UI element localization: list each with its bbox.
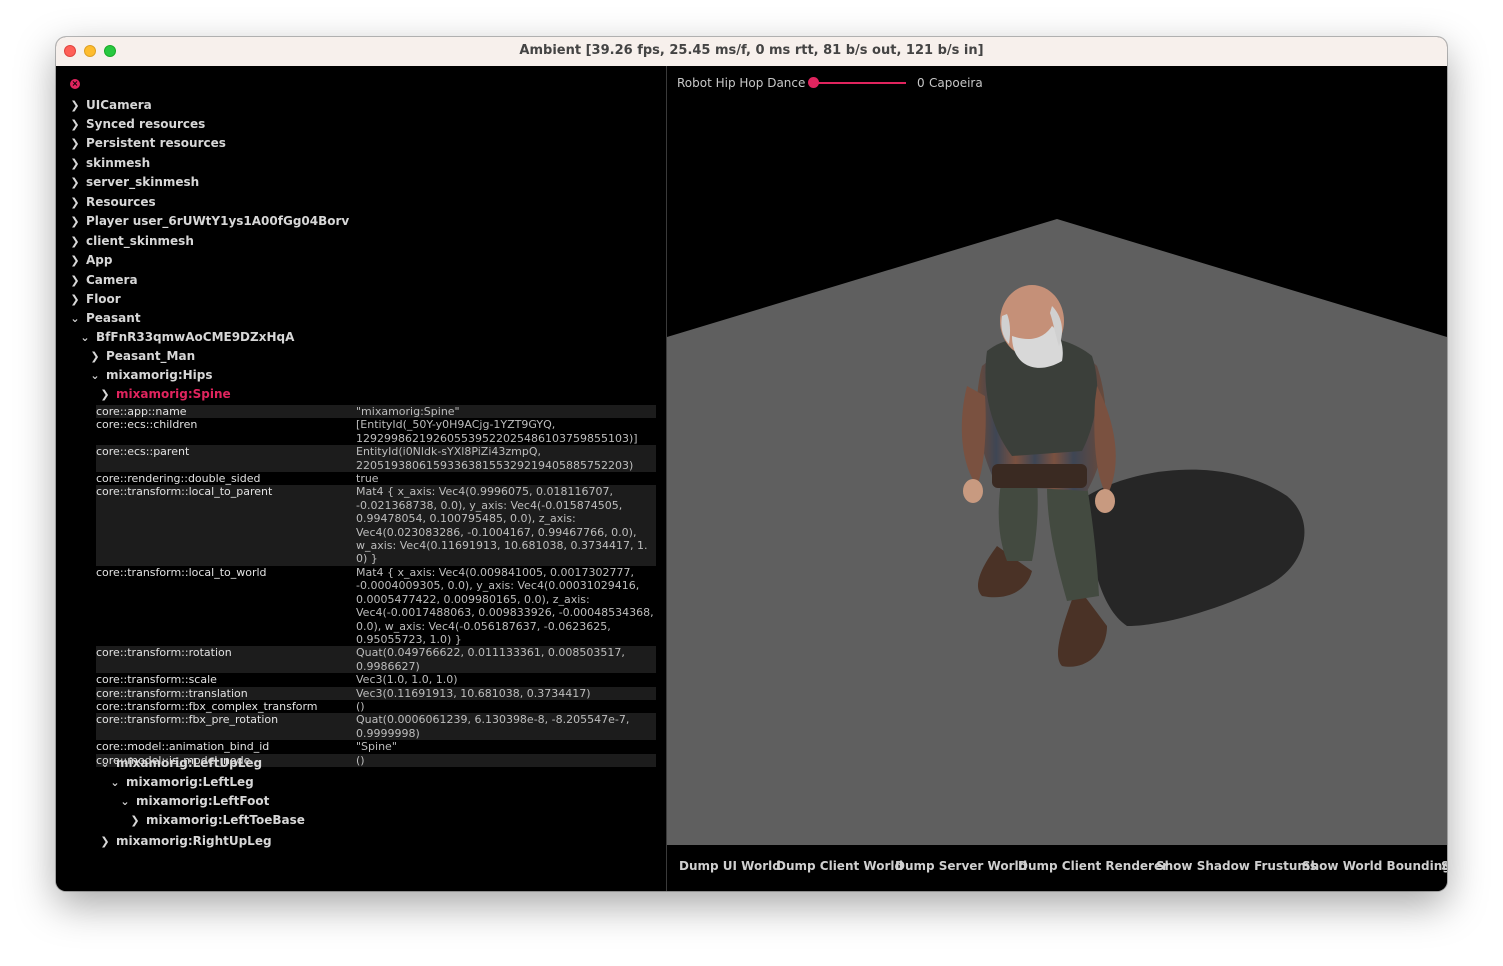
scene-render: [667, 219, 1447, 845]
animation-right-label: Capoeira: [929, 76, 983, 90]
chevron-right-icon: ❯: [70, 157, 80, 170]
chevron-right-icon: ❯: [100, 835, 110, 848]
chevron-right-icon: ❯: [70, 99, 80, 112]
tree-item-peasant[interactable]: ⌄ Peasant: [70, 309, 140, 327]
tree-item-uicamera[interactable]: ❯ UICamera: [70, 96, 151, 114]
properties-table: core::app::name "mixamorig:Spine" core::e…: [96, 405, 656, 767]
tree-item-spine-selected[interactable]: ❯ mixamorig:Spine: [100, 385, 230, 403]
animation-blend-slider[interactable]: [814, 82, 906, 84]
chevron-right-icon: ❯: [70, 274, 80, 287]
property-row: core::transform::scale Vec3(1.0, 1.0, 1.0…: [96, 673, 458, 687]
window-title: Ambient [39.26 fps, 25.45 ms/f, 0 ms rtt…: [519, 43, 984, 58]
tree-item-peasant-man[interactable]: ❯ Peasant_Man: [90, 347, 195, 365]
property-row: core::transform::local_to_parent Mat4 { x…: [96, 485, 656, 566]
tree-item-hips[interactable]: ⌄ mixamorig:Hips: [90, 366, 212, 384]
animation-left-label: Robot Hip Hop Dance: [677, 76, 806, 90]
property-row: core::transform::fbx_complex_transform(): [96, 699, 365, 713]
chevron-down-icon: ⌄: [110, 776, 120, 789]
chevron-right-icon: ❯: [70, 254, 80, 267]
show-world-boundings-button[interactable]: Show World Boundings: [1302, 859, 1447, 873]
close-inspector-icon[interactable]: ×: [70, 79, 80, 89]
animation-blend-slider-handle[interactable]: [808, 77, 819, 88]
chevron-right-icon: ❯: [90, 350, 100, 363]
tree-item-left-toe-base[interactable]: ❯ mixamorig:LeftToeBase: [130, 811, 304, 829]
entity-inspector: × ❯ UICamera ❯ Synced resources ❯ Persisten…: [56, 66, 666, 891]
tree-item-resources[interactable]: ❯ Resources: [70, 193, 155, 211]
property-row: core::transform::rotation Quat(0.04976662…: [96, 646, 656, 674]
tree-item-right-up-leg[interactable]: ❯ mixamorig:RightUpLeg: [100, 832, 271, 850]
tree-item-entity[interactable]: ⌄ BfFnR33qmwAoCME9DZxHqA: [80, 328, 294, 346]
chevron-right-icon: ❯: [100, 388, 110, 401]
chevron-right-icon: ❯: [130, 814, 140, 827]
tree-item-server-skinmesh[interactable]: ❯ server_skinmesh: [70, 173, 199, 191]
scene-viewport[interactable]: Robot Hip Hop Dance 0 Capoeira: [667, 66, 1447, 845]
tree-item-app[interactable]: ❯ App: [70, 251, 112, 269]
property-row: core::app::name "mixamorig:Spine": [96, 405, 656, 419]
animation-controls: Robot Hip Hop Dance 0 Capoeira: [677, 76, 983, 90]
chevron-down-icon: ⌄: [80, 331, 90, 344]
app-window: Ambient [39.26 fps, 25.45 ms/f, 0 ms rtt…: [56, 37, 1447, 891]
dump-client-world-button[interactable]: Dump Client World: [776, 859, 903, 873]
chevron-right-icon: ❯: [70, 176, 80, 189]
tree-item-left-up-leg[interactable]: ⌄ mixamorig:LeftUpLeg: [100, 754, 262, 772]
dump-ui-world-button[interactable]: Dump UI World: [679, 859, 781, 873]
chevron-right-icon: ❯: [70, 293, 80, 306]
tree-item-client-skinmesh[interactable]: ❯ client_skinmesh: [70, 232, 193, 250]
chevron-right-icon: ❯: [70, 196, 80, 209]
property-row: core::transform::translation Vec3(0.11691…: [96, 686, 656, 700]
property-row: core::model::animation_bind_id "Spine": [96, 740, 397, 754]
property-row: core::ecs::parent EntityId(i0Nldk-sYXl8Pi…: [96, 445, 656, 473]
property-row: core::transform::fbx_pre_rotation Quat(0.…: [96, 713, 656, 741]
chevron-right-icon: ❯: [70, 137, 80, 150]
property-row: core::transform::local_to_world Mat4 { x_…: [96, 565, 654, 646]
tree-item-camera[interactable]: ❯ Camera: [70, 271, 137, 289]
property-row: core::rendering::double_sided true: [96, 472, 379, 486]
chevron-right-icon: ❯: [70, 118, 80, 131]
animation-slider-value: 0: [917, 76, 925, 90]
tree-item-left-leg[interactable]: ⌄ mixamorig:LeftLeg: [110, 773, 253, 791]
tree-item-player[interactable]: ❯ Player user_6rUWtY1ys1A00fGg04Borv: [70, 212, 349, 230]
chevron-down-icon: ⌄: [90, 369, 100, 382]
chevron-right-icon: ❯: [70, 235, 80, 248]
tree-item-synced-resources[interactable]: ❯ Synced resources: [70, 115, 205, 133]
dump-client-renderer-button[interactable]: Dump Client Renderer: [1018, 859, 1168, 873]
chevron-down-icon: ⌄: [70, 312, 80, 325]
tree-item-floor[interactable]: ❯ Floor: [70, 290, 120, 308]
show-shadow-frustums-button[interactable]: Show Shadow Frustums: [1156, 859, 1317, 873]
property-row: core::ecs::children [EntityId(_50Y-y0H9AC…: [96, 418, 638, 445]
chevron-down-icon: ⌄: [120, 795, 130, 808]
tree-item-persistent-resources[interactable]: ❯ Persistent resources: [70, 134, 226, 152]
chevron-right-icon: ❯: [70, 215, 80, 228]
truncated-button[interactable]: S: [1441, 859, 1447, 873]
chevron-down-icon: ⌄: [100, 757, 110, 770]
dump-server-world-button[interactable]: Dump Server World: [895, 859, 1027, 873]
debug-toolbar: Dump UI World Dump Client World Dump Ser…: [667, 845, 1447, 891]
tree-item-left-foot[interactable]: ⌄ mixamorig:LeftFoot: [120, 792, 269, 810]
tree-item-skinmesh[interactable]: ❯ skinmesh: [70, 154, 150, 172]
title-bar: Ambient [39.26 fps, 25.45 ms/f, 0 ms rtt…: [56, 37, 1447, 67]
